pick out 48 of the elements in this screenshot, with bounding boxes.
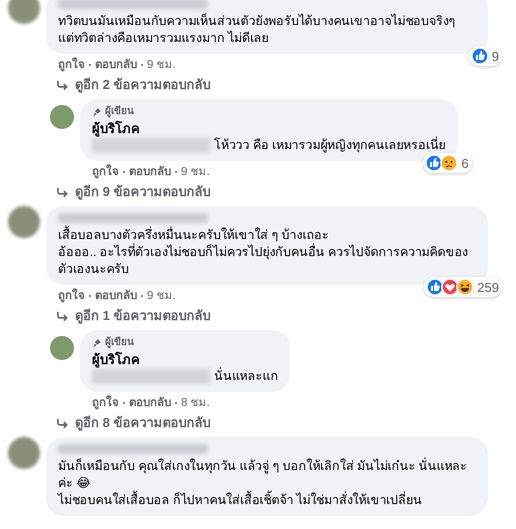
timestamp[interactable]: 9 ชม. bbox=[181, 164, 210, 180]
thumbs-up-icon bbox=[425, 154, 444, 172]
reply-text: โห้ววว คือ เหมารวมผู้หญิงทุกคนเลยหรอเนี่ย bbox=[214, 137, 446, 154]
view-more-replies-link[interactable]: ดูอีก 9 ข้อความตอบกลับ bbox=[75, 183, 210, 201]
author-name[interactable]: ผู้บริโภค bbox=[92, 351, 278, 368]
reaction-summary[interactable]: 9 bbox=[468, 46, 502, 66]
reaction-count: 6 bbox=[461, 154, 469, 172]
view-more-replies-link[interactable]: ดูอีก 2 ข้อความตอบกลับ bbox=[75, 76, 210, 94]
view-more-replies-link[interactable]: ดูอีก 8 ข้อความตอบกลับ bbox=[75, 414, 210, 432]
comment-text: เสื้อบอลบางตัวครึ่งหมื่นนะครับให้เขาใส่ ๆ บ้างเถอะ bbox=[58, 227, 480, 244]
reply-arrow-icon bbox=[56, 80, 69, 90]
author-label: ผู้เขียน bbox=[105, 105, 134, 119]
thumbs-up-icon bbox=[470, 47, 489, 65]
timestamp[interactable]: 9 ชม. bbox=[147, 57, 176, 73]
comment-text: อ้อออ.. อะไรที่ตัวเองไม่ชอบก็ไม่ควรไปยุ่งกับคนอื่น ควรไปจัดการความคิดของตัวเองนะครับ bbox=[58, 244, 470, 278]
like-link[interactable]: ถูกใจ bbox=[58, 57, 85, 73]
sad-face-icon bbox=[440, 154, 458, 172]
reply-link[interactable]: ตอบกลับ bbox=[95, 57, 137, 73]
comment-text: ทวิตบนมันเหมือนกับความเห็นส่วนตัวยังพอรับได้บางคนเขาอาจไม่ชอบจริงๆ bbox=[58, 13, 457, 30]
like-link[interactable]: ถูกใจ bbox=[92, 164, 119, 180]
timestamp[interactable]: 8 ชม. bbox=[181, 395, 210, 411]
laughing-face-icon bbox=[456, 278, 474, 296]
reaction-summary[interactable]: 6 bbox=[423, 153, 472, 173]
reply-link[interactable]: ตอบกลับ bbox=[95, 288, 137, 304]
comment-text: ไม่ชอบคนใส่เสื้อบอล ก็ไปหาคนใส่เสื้อเชิ้ตจ้า ไม่ใช่มาสั่งให้เขาเปลี่ยน bbox=[58, 492, 480, 509]
avatar[interactable] bbox=[50, 105, 74, 129]
like-link[interactable]: ถูกใจ bbox=[92, 395, 119, 411]
thumbs-up-icon bbox=[426, 278, 444, 296]
avatar[interactable] bbox=[8, 437, 40, 469]
avatar[interactable] bbox=[8, 206, 40, 238]
reaction-count: 9 bbox=[492, 48, 499, 64]
reply-arrow-icon bbox=[56, 418, 69, 428]
author-label: ผู้เขียน bbox=[105, 336, 134, 350]
reply-arrow-icon bbox=[56, 310, 69, 322]
reply-text: นั่นแหละแก bbox=[214, 368, 278, 385]
timestamp[interactable]: 9 ชม. bbox=[147, 288, 176, 304]
avatar[interactable] bbox=[50, 336, 74, 360]
reaction-summary[interactable]: 259 bbox=[424, 277, 502, 297]
comment-text: แต่ทวิตล่างคือเหมารวมแรงมาก ไม่ดีเลย bbox=[58, 30, 270, 47]
avatar[interactable] bbox=[8, 0, 40, 24]
reply-arrow-icon bbox=[56, 186, 69, 198]
reply-link[interactable]: ตอบกลับ bbox=[129, 395, 171, 411]
reply-link[interactable]: ตอบกลับ bbox=[129, 164, 171, 180]
view-more-replies-link[interactable]: ดูอีก 1 ข้อความตอบกลับ bbox=[75, 307, 210, 325]
reaction-count: 259 bbox=[477, 278, 499, 296]
comment-text: มันก็เหมือนกับ คุณใส่เกงในทุกวัน แล้วจู่ ๆ บอกให้เลิกใส่ มันไม่เก๋นะ นั่นแหละค่ะ 😂 bbox=[58, 458, 468, 490]
author-name[interactable]: ผู้บริโภค bbox=[92, 120, 446, 137]
like-link[interactable]: ถูกใจ bbox=[58, 288, 85, 304]
